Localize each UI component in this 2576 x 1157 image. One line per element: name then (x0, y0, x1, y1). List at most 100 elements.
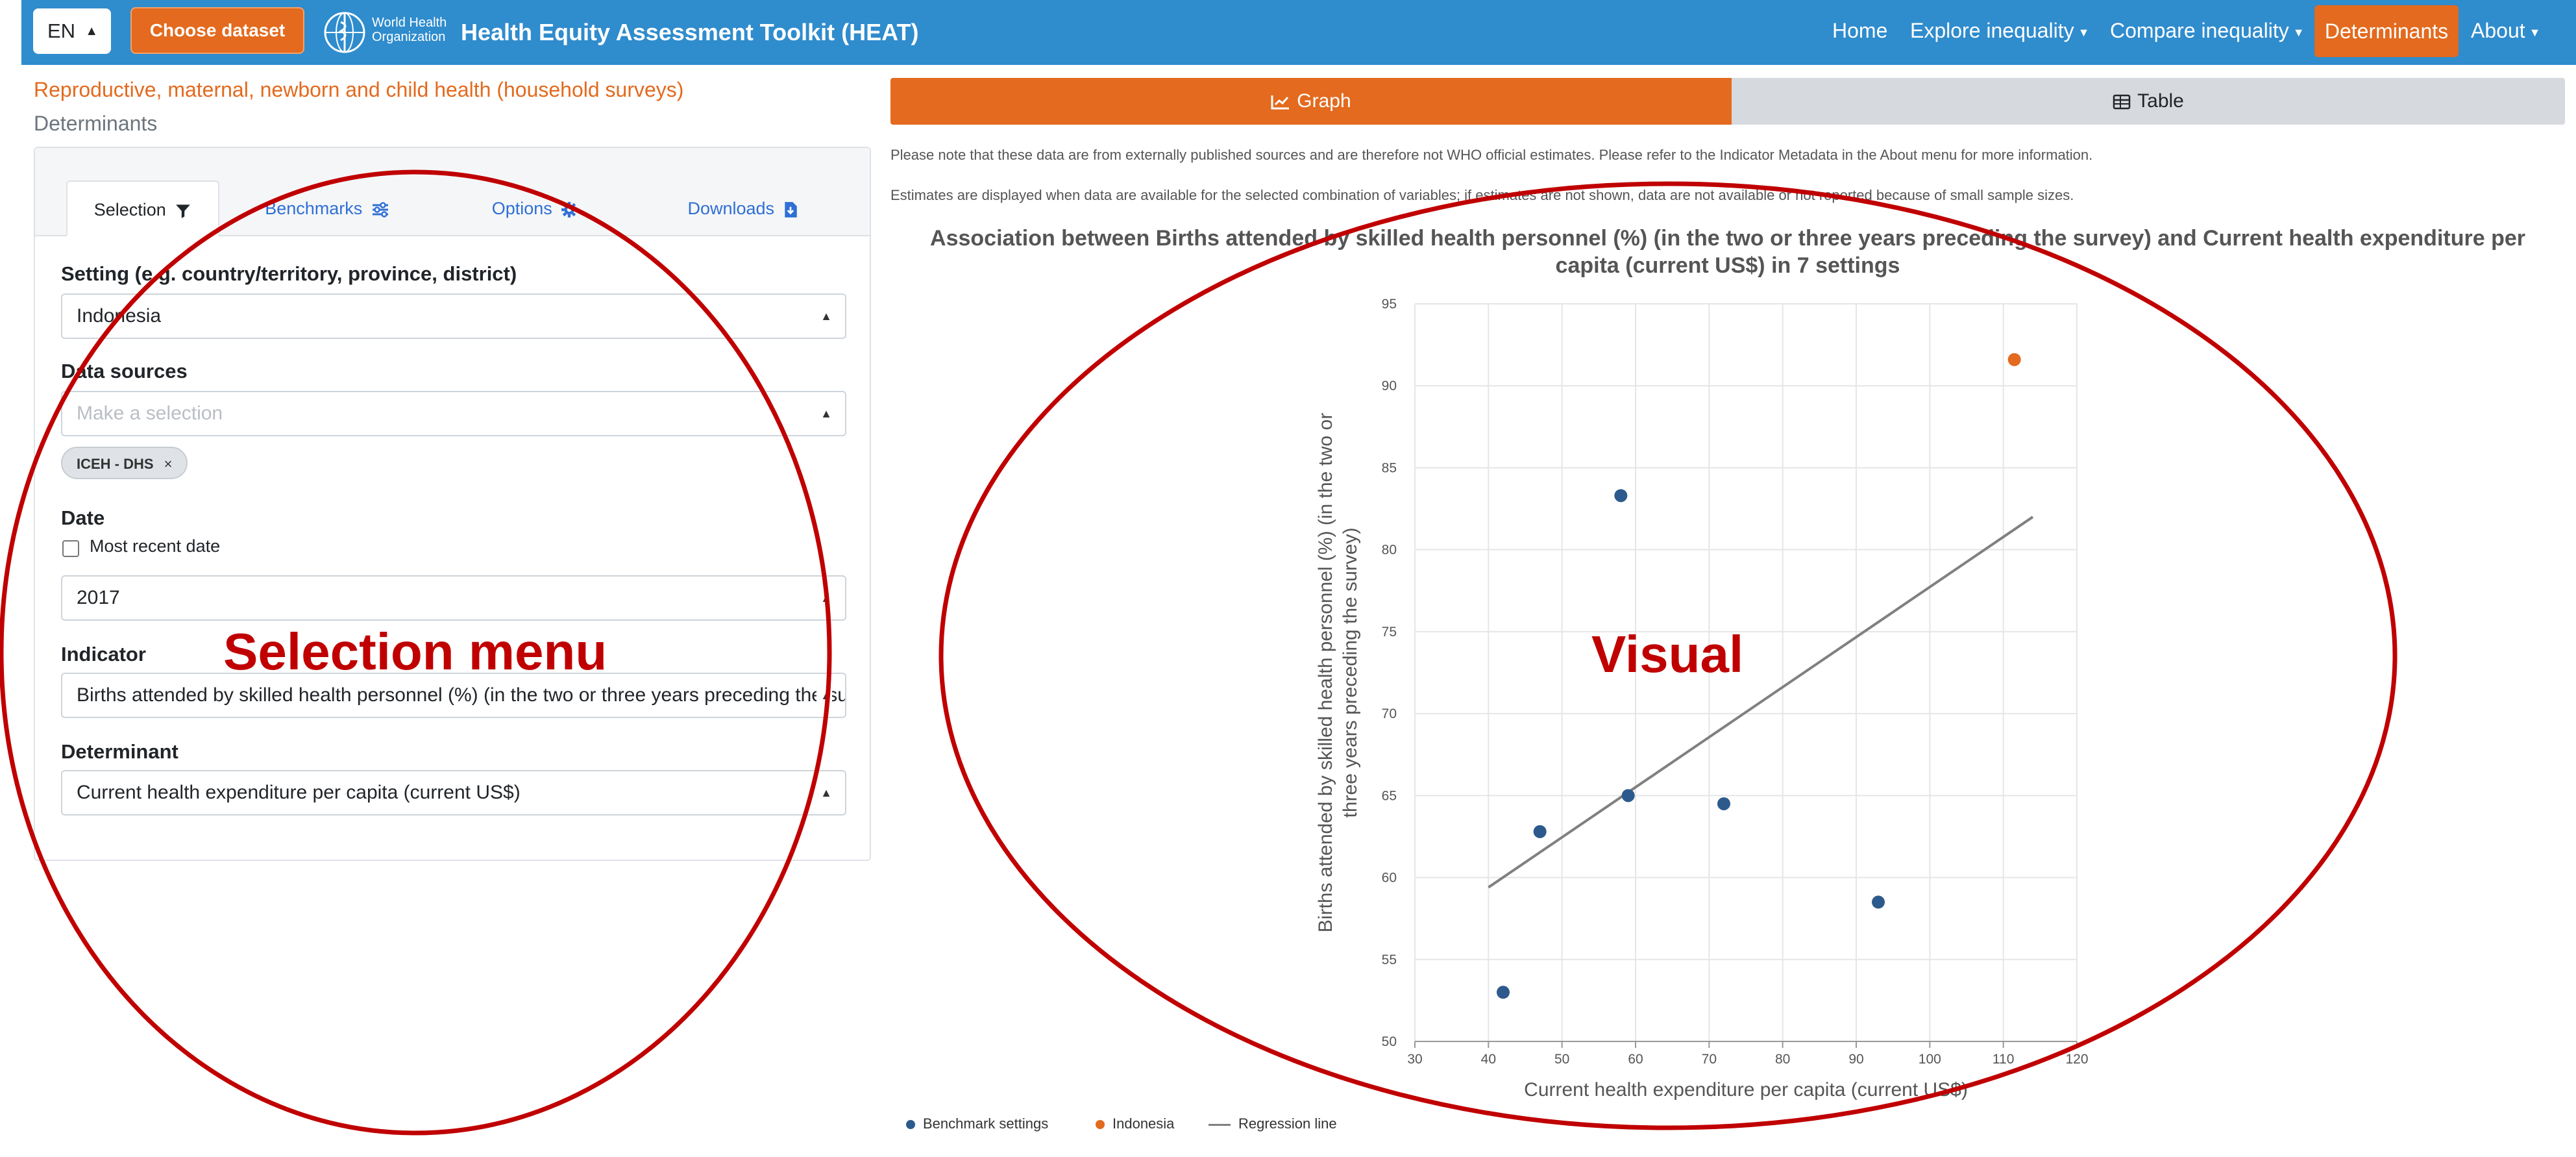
indicator-label: Indicator (61, 643, 146, 666)
filter-icon (176, 205, 191, 218)
table-tab-label: Table (2137, 90, 2184, 112)
tab-benchmarks[interactable]: Benchmarks (230, 180, 424, 236)
x-tick-label: 100 (1919, 1052, 1941, 1067)
caret-down-icon: ▼ (2529, 25, 2541, 39)
data-source-chip: ICEH - DHS × (61, 447, 188, 479)
y-axis-title: Births attended by skilled health person… (1315, 413, 1361, 932)
graph-tab[interactable]: Graph (890, 78, 1732, 125)
x-tick-label: 90 (1848, 1052, 1863, 1067)
nav-explore-inequality[interactable]: Explore inequality ▼ (1910, 0, 2089, 65)
data-sources-label: Data sources (61, 360, 188, 382)
x-tick-label: 60 (1628, 1052, 1643, 1067)
visual-annotation: Visual (1591, 625, 1744, 683)
tab-selection-label: Selection (93, 200, 166, 219)
determinant-select[interactable]: Current health expenditure per capita (c… (61, 770, 846, 815)
data-sources-placeholder: Make a selection (77, 403, 223, 424)
x-tick-label: 50 (1554, 1052, 1569, 1067)
benchmark-settings-point (1717, 797, 1730, 810)
x-tick-label: 40 (1481, 1052, 1496, 1067)
y-axis-title-line1: Births attended by skilled health person… (1315, 413, 1336, 932)
x-tick-label: 30 (1407, 1052, 1422, 1067)
scatter-chart: 30 40 50 60 70 80 90 100 110 120 50 55 60 65 70 75 80 85 9… (1315, 297, 2089, 1101)
legend-benchmark-marker (906, 1120, 915, 1130)
y-tick-label: 65 (1382, 788, 1397, 803)
selection-menu-annotation: Selection menu (223, 623, 607, 680)
x-axis-title: Current health expenditure per capita (c… (1524, 1079, 1968, 1101)
who-line2: Organization (372, 30, 446, 44)
most-recent-date-label: Most recent date (90, 536, 221, 556)
chart-title: Association between Births attended by s… (890, 225, 2565, 279)
nav-compare-label: Compare inequality (2110, 19, 2289, 42)
top-navbar: EN ▲ Choose dataset World Health Organiz… (21, 0, 2576, 65)
estimates-note: Estimates are displayed when data are av… (890, 187, 2074, 203)
nav-determinants[interactable]: Determinants (2314, 5, 2459, 57)
selection-tabs: Selection Benchmarks Options Downloads (35, 148, 870, 236)
choose-dataset-button[interactable]: Choose dataset (130, 7, 304, 54)
legend-indonesia-marker (1096, 1120, 1105, 1130)
chip-label: ICEH - DHS (77, 456, 154, 472)
tab-downloads-label: Downloads (687, 199, 775, 218)
x-tick-label: 80 (1775, 1052, 1790, 1067)
legend-regression-label: Regression line (1238, 1115, 1337, 1132)
benchmark-settings-point (1872, 895, 1885, 909)
caret-down-icon: ▼ (2078, 25, 2090, 39)
y-tick-label: 95 (1382, 297, 1397, 312)
nav-about[interactable]: About ▼ (2471, 0, 2540, 65)
y-tick-label: 55 (1382, 952, 1397, 967)
app-title: Health Equity Assessment Toolkit (HEAT) (461, 19, 919, 45)
determinant-label: Determinant (61, 740, 178, 763)
updown-icon: ▲ (85, 24, 98, 38)
legend-benchmark[interactable]: Benchmark settings (906, 1115, 1048, 1132)
table-tab[interactable]: Table (1732, 78, 2565, 125)
tab-downloads[interactable]: Downloads (652, 180, 833, 236)
indicator-value: Births attended by skilled health person… (77, 684, 846, 706)
legend-indonesia[interactable]: Indonesia (1096, 1115, 1174, 1132)
date-label: Date (61, 506, 105, 529)
remove-chip-icon[interactable]: × (164, 456, 173, 472)
y-axis-title-line2: three years preceding the survey) (1340, 528, 1361, 818)
date-select[interactable]: 2017 ▲ (61, 575, 846, 621)
y-tick-label: 70 (1382, 706, 1397, 721)
data-sources-select[interactable]: Make a selection ▲ (61, 391, 846, 436)
x-tick-label: 120 (2065, 1052, 2088, 1067)
tab-options-label: Options (491, 199, 552, 218)
area-subtitle: Determinants (34, 112, 158, 135)
nav-about-label: About (2471, 19, 2525, 42)
setting-label: Setting (e.g. country/territory, provinc… (61, 262, 517, 285)
caret-down-icon: ▼ (2292, 25, 2305, 39)
language-select[interactable]: EN ▲ (33, 8, 111, 54)
who-wordmark: World Health Organization (372, 16, 447, 44)
determinant-value: Current health expenditure per capita (c… (77, 782, 521, 803)
y-tick-label: 90 (1382, 379, 1397, 393)
x-tick-label: 110 (1993, 1052, 2014, 1067)
y-tick-label: 85 (1382, 460, 1397, 475)
x-tick-label: 70 (1702, 1052, 1717, 1067)
date-value: 2017 (77, 587, 120, 608)
legend-regression[interactable]: Regression line (1208, 1115, 1337, 1132)
nav-home[interactable]: Home (1832, 0, 1887, 65)
plot-area (1415, 304, 2077, 1041)
indonesia-point (2007, 353, 2021, 366)
updown-icon: ▲ (816, 392, 832, 435)
tab-options[interactable]: Options (450, 180, 619, 236)
legend-indonesia-label: Indonesia (1112, 1115, 1175, 1132)
legend-benchmark-label: Benchmark settings (923, 1115, 1049, 1132)
y-tick-label: 80 (1382, 543, 1397, 558)
updown-icon: ▲ (816, 771, 832, 814)
benchmark-settings-point (1497, 986, 1510, 999)
tab-selection[interactable]: Selection (66, 180, 219, 236)
nav-compare-inequality[interactable]: Compare inequality ▼ (2110, 0, 2305, 65)
benchmark-settings-point (1533, 825, 1547, 838)
updown-icon: ▲ (816, 674, 832, 717)
updown-icon: ▲ (816, 577, 832, 619)
setting-select[interactable]: Indonesia ▲ (61, 293, 846, 339)
gear-icon (561, 201, 578, 218)
who-line1: World Health (372, 16, 447, 30)
most-recent-date-checkbox[interactable] (62, 540, 79, 557)
nav-explore-label: Explore inequality (1910, 19, 2074, 42)
chart-title-line1: Association between Births attended by s… (930, 226, 2525, 251)
table-icon (2113, 94, 2131, 110)
tab-benchmarks-label: Benchmarks (265, 199, 363, 218)
line-chart-icon (1271, 95, 1290, 110)
data-note: Please note that these data are from ext… (890, 147, 2093, 163)
